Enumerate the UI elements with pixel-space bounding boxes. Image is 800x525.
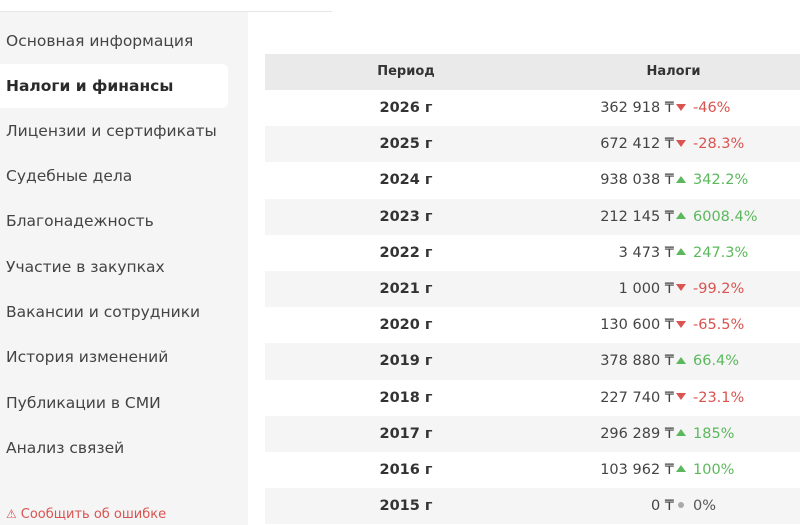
percent-change: -23.1%: [693, 389, 745, 406]
period-cell: 2025 г: [379, 136, 433, 153]
trend-cell: -46%: [676, 90, 730, 126]
sidebar-item-vacancies[interactable]: Вакансии и сотрудники: [0, 290, 228, 334]
table-body: 2026 г 362 918 ₸ -46% 2025 г 672 412 ₸ -28.3%…: [265, 90, 800, 525]
percent-change: 0%: [693, 498, 717, 515]
table-row: 2026 г 362 918 ₸ -46%: [265, 90, 800, 126]
tax-amount-cell: 103 962 ₸: [600, 461, 674, 478]
trend-cell: 100%: [676, 452, 734, 488]
dot-icon: [678, 502, 684, 509]
table-row: 2016 г 103 962 ₸ 100%: [265, 452, 800, 488]
column-header-period: Период: [377, 64, 435, 79]
percent-change: -46%: [693, 100, 731, 116]
table-row: 2021 г 1 000 ₸ -99.2%: [265, 270, 800, 308]
sidebar-item-media[interactable]: Публикации в СМИ: [0, 381, 228, 425]
trend-cell: -65.5%: [676, 307, 744, 343]
column-header-taxes: Налоги: [646, 64, 701, 79]
trend-cell: 185%: [676, 416, 734, 452]
percent-change: -28.3%: [693, 136, 745, 153]
trend-cell: 342.2%: [676, 162, 748, 198]
trend-cell: 66.4%: [676, 343, 739, 379]
triangle-up-icon: [676, 465, 686, 473]
table-row: 2019 г 378 880 ₸ 66.4%: [265, 343, 800, 380]
period-cell: 2020 г: [379, 317, 433, 334]
percent-change: -65.5%: [693, 317, 745, 334]
tax-amount-cell: 212 145 ₸: [600, 208, 674, 225]
sidebar-item-main-info[interactable]: Основная информация: [0, 19, 228, 63]
sidebar-item-procurement[interactable]: Участие в закупках: [0, 245, 228, 289]
percent-change: 247.3%: [693, 244, 749, 261]
triangle-down-icon: [676, 103, 686, 111]
period-cell: 2019 г: [379, 353, 433, 370]
period-cell: 2018 г: [379, 389, 433, 406]
warning-triangle-icon: ⚠: [6, 507, 17, 521]
period-cell: 2026 г: [379, 100, 433, 116]
table-row: 2024 г 938 038 ₸ 342.2%: [265, 162, 800, 198]
triangle-down-icon: [676, 393, 686, 400]
trend-cell: 6008.4%: [676, 199, 758, 235]
tax-amount-cell: 938 038 ₸: [600, 172, 674, 189]
sidebar-item-link-analysis[interactable]: Анализ связей: [0, 426, 228, 470]
trend-cell: 0%: [676, 488, 716, 524]
period-cell: 2022 г: [379, 244, 433, 261]
table-row: 2020 г 130 600 ₸ -65.5%: [265, 307, 800, 343]
period-cell: 2017 г: [379, 425, 433, 442]
triangle-up-icon: [676, 175, 686, 183]
report-error-label: Сообщить об ошибке: [20, 507, 167, 522]
triangle-down-icon: [676, 284, 686, 292]
percent-change: 100%: [693, 461, 735, 478]
period-cell: 2023 г: [379, 208, 433, 225]
period-cell: 2024 г: [379, 172, 433, 189]
triangle-down-icon: [676, 139, 686, 147]
table-row: 2022 г 3 473 ₸ 247.3%: [265, 235, 800, 271]
percent-change: 185%: [693, 425, 735, 442]
sidebar-item-reliability[interactable]: Благонадежность: [0, 199, 228, 243]
triangle-up-icon: [676, 429, 686, 437]
tax-amount-cell: 378 880 ₸: [600, 353, 674, 370]
sidebar-item-court-cases[interactable]: Судебные дела: [0, 154, 228, 198]
table-row: 2023 г 212 145 ₸ 6008.4%: [265, 198, 800, 235]
triangle-up-icon: [676, 212, 686, 220]
table-row: 2015 г 0 ₸ 0%: [265, 488, 800, 525]
period-cell: 2015 г: [379, 498, 433, 515]
sidebar-item-taxes-finance[interactable]: Налоги и финансы: [0, 64, 228, 108]
triangle-down-icon: [676, 320, 686, 328]
tax-amount-cell: 672 412 ₸: [600, 136, 674, 153]
tax-amount-cell: 130 600 ₸: [600, 317, 674, 334]
table-row: 2018 г 227 740 ₸ -23.1%: [265, 380, 800, 416]
tax-amount-cell: 296 289 ₸: [600, 425, 674, 442]
table-row: 2017 г 296 289 ₸ 185%: [265, 415, 800, 452]
period-cell: 2021 г: [379, 280, 433, 297]
trend-cell: -99.2%: [676, 271, 744, 307]
taxes-table: Период Налоги 2026 г 362 918 ₸ -46% 2025 г 6…: [265, 54, 800, 525]
triangle-up-icon: [676, 248, 686, 256]
tax-amount-cell: 3 473 ₸: [618, 244, 674, 261]
trend-cell: -28.3%: [676, 126, 744, 162]
percent-change: 342.2%: [693, 172, 749, 189]
triangle-up-icon: [676, 356, 686, 364]
percent-change: -99.2%: [693, 280, 745, 297]
tax-amount-cell: 227 740 ₸: [600, 389, 674, 406]
table-header: Период Налоги: [265, 54, 800, 90]
percent-change: 6008.4%: [693, 208, 758, 225]
period-cell: 2016 г: [379, 461, 433, 478]
sidebar-nav: Основная информация Налоги и финансы Лиц…: [0, 12, 248, 525]
report-error-link[interactable]: ⚠ Сообщить об ошибке: [6, 507, 166, 522]
tax-amount-cell: 362 918 ₸: [600, 100, 674, 116]
sidebar-item-change-history[interactable]: История изменений: [0, 335, 228, 379]
percent-change: 66.4%: [693, 353, 740, 370]
sidebar-item-licenses[interactable]: Лицензии и сертификаты: [0, 109, 228, 153]
trend-cell: -23.1%: [676, 380, 744, 416]
table-row: 2025 г 672 412 ₸ -28.3%: [265, 126, 800, 163]
trend-cell: 247.3%: [676, 235, 748, 271]
tax-amount-cell: 0 ₸: [650, 498, 674, 515]
tax-amount-cell: 1 000 ₸: [618, 280, 674, 297]
